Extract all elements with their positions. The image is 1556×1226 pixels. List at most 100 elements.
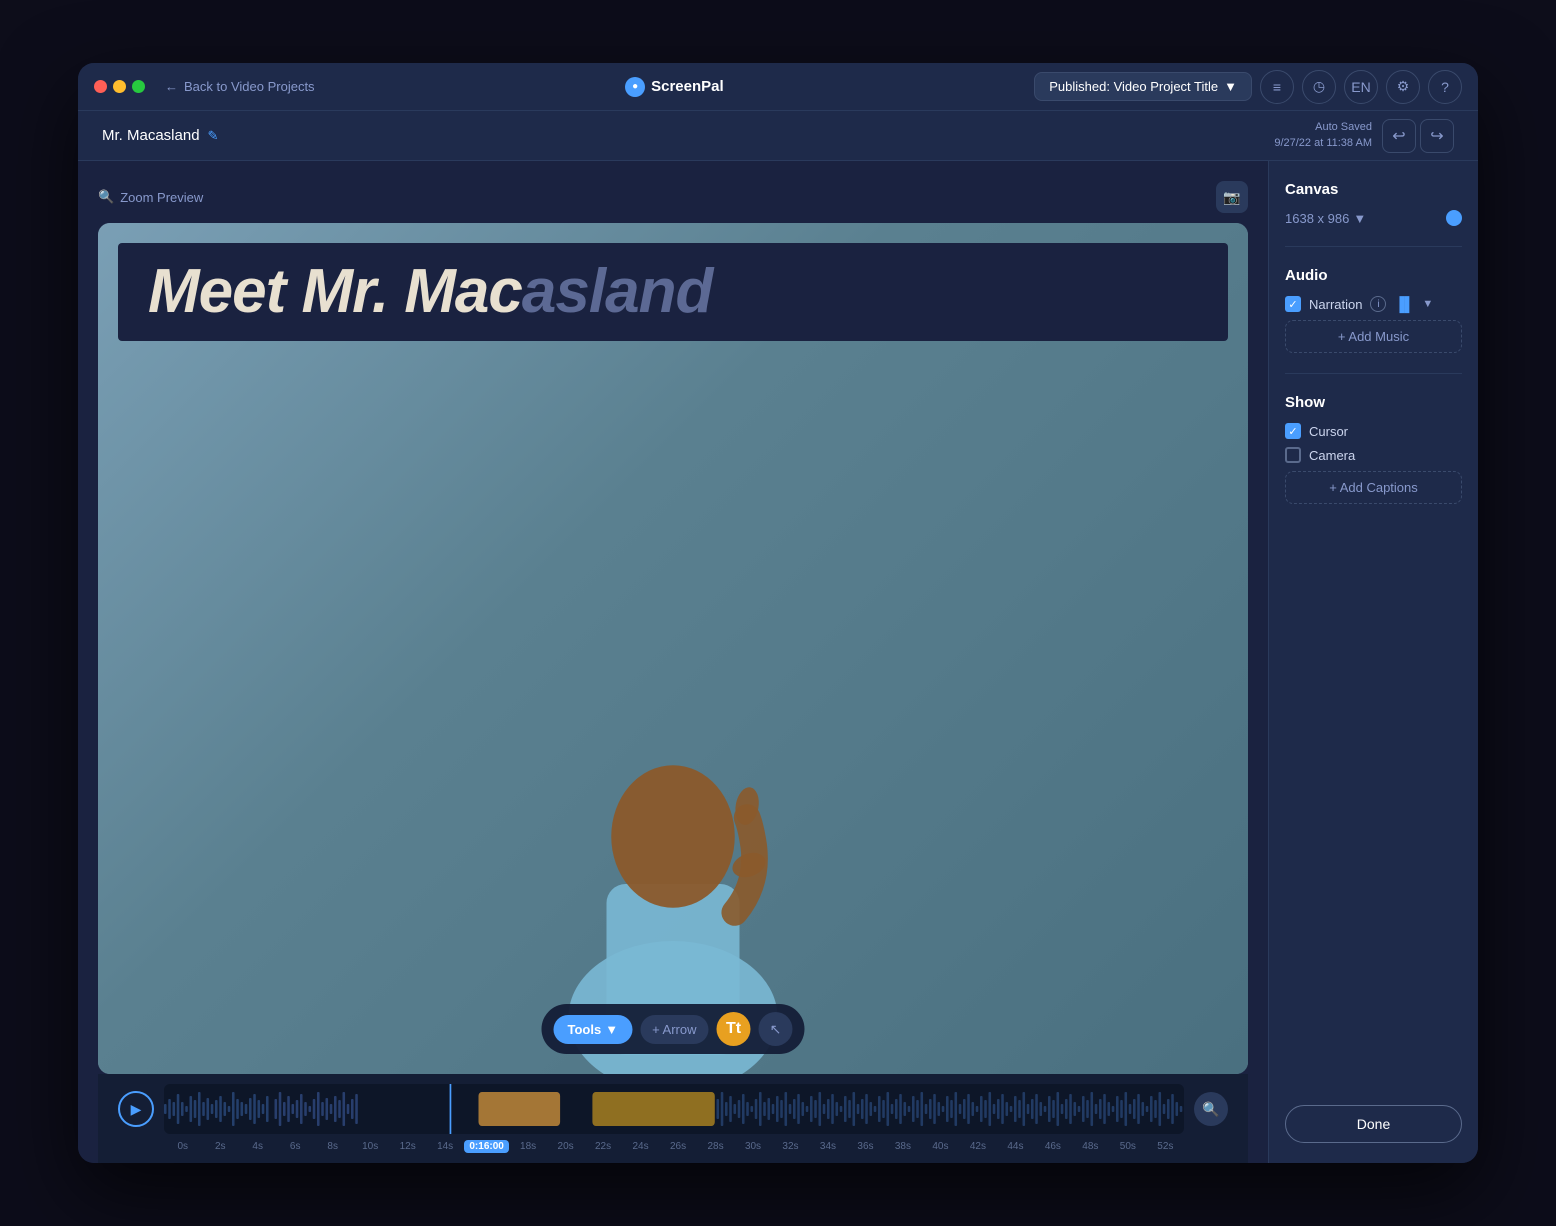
time-mark-30: 30s [734,1141,771,1152]
cursor-tool-icon: ↖ [770,1021,782,1038]
divider-2 [1285,373,1462,374]
zoom-bar: 🔍 Zoom Preview 📷 [98,181,1248,213]
narration-info-icon[interactable]: i [1370,296,1386,312]
toolbar: Mr. Macasland ✎ Auto Saved 9/27/22 at 11… [78,111,1478,161]
chevron-down-icon: ▼ [1224,79,1237,94]
time-mark-50: 50s [1109,1141,1146,1152]
narration-label: Narration [1309,297,1362,312]
time-mark-22: 22s [584,1141,621,1152]
time-mark-48: 48s [1072,1141,1109,1152]
autosave-line1: Auto Saved [1274,120,1372,135]
logo-icon: ● [625,77,645,97]
screenpal-logo: ● ScreenPal [625,77,724,97]
divider-1 [1285,246,1462,247]
main-content: 🔍 Zoom Preview 📷 Meet Mr. Macasland [78,161,1478,1163]
language-button[interactable]: EN [1344,70,1378,104]
tools-label: Tools [567,1022,601,1037]
cursor-tool-button[interactable]: ↖ [759,1012,793,1046]
time-mark-46: 46s [1034,1141,1071,1152]
add-captions-button[interactable]: + Add Captions [1285,471,1462,504]
time-mark-40: 40s [922,1141,959,1152]
traffic-lights [94,80,145,93]
add-music-button[interactable]: + Add Music [1285,320,1462,353]
time-mark-10: 10s [351,1141,388,1152]
done-label: Done [1357,1116,1390,1132]
time-mark-4: 4s [239,1141,276,1152]
camera-label: Camera [1309,448,1355,463]
time-mark-26: 26s [659,1141,696,1152]
project-title: Mr. Macasland ✎ [102,127,218,144]
time-mark-34: 34s [809,1141,846,1152]
language-label: EN [1351,79,1370,95]
video-preview: Meet Mr. Macasland [98,223,1248,1074]
timeline-track[interactable] [164,1084,1184,1134]
help-button[interactable]: ? [1428,70,1462,104]
camera-checkbox[interactable] [1285,447,1301,463]
narration-checkbox[interactable]: ✓ [1285,296,1301,312]
logo-text: ScreenPal [651,78,724,95]
cursor-row: ✓ Cursor [1285,423,1462,439]
back-button[interactable]: ← Back to Video Projects [165,79,315,94]
zoom-icon: 🔍 [98,189,114,205]
clock-icon: ◷ [1313,78,1325,95]
video-title-banner: Meet Mr. Macasland [118,243,1228,341]
title-center: ● ScreenPal [327,77,1023,97]
cursor-label: Cursor [1309,424,1348,439]
play-icon: ▶ [131,1101,142,1118]
canvas-section: Canvas 1638 x 986 ▼ [1285,181,1462,226]
gear-icon: ⚙ [1397,78,1410,95]
arrow-button[interactable]: + Arrow [640,1015,708,1044]
minimize-button[interactable] [113,80,126,93]
narration-bars-icon[interactable]: ▐▌ [1394,296,1414,312]
zoom-text: Zoom Preview [120,190,203,205]
tools-overlay: Tools ▼ + Arrow Tt ↖ [541,1004,804,1054]
settings-button[interactable]: ⚙ [1386,70,1420,104]
time-mark-12: 12s [389,1141,426,1152]
add-captions-label: + Add Captions [1329,480,1418,495]
add-music-label: + Add Music [1338,329,1409,344]
timeline-search-button[interactable]: 🔍 [1194,1092,1228,1126]
time-mark-2: 2s [201,1141,238,1152]
close-button[interactable] [94,80,107,93]
time-mark-36: 36s [847,1141,884,1152]
list-icon: ≡ [1273,79,1281,95]
publish-button[interactable]: Published: Video Project Title ▼ [1034,72,1252,101]
search-icon: 🔍 [1202,1101,1219,1118]
title-bar: ← Back to Video Projects ● ScreenPal Pub… [78,63,1478,111]
edit-icon[interactable]: ✎ [208,128,219,144]
time-mark-52: 52s [1147,1141,1184,1152]
list-icon-button[interactable]: ≡ [1260,70,1294,104]
play-button[interactable]: ▶ [118,1091,154,1127]
done-button[interactable]: Done [1285,1105,1462,1143]
time-mark-32: 32s [772,1141,809,1152]
time-mark-18: 18s [509,1141,546,1152]
undo-icon: ↩ [1392,126,1405,146]
right-panel: Canvas 1638 x 986 ▼ Audio ✓ Narration i [1268,161,1478,1163]
time-mark-24: 24s [622,1141,659,1152]
time-marks: 0s 2s 4s 6s 8s 10s 12s 14s 0:16:00 18s 2… [164,1140,1184,1153]
waveform-svg [164,1084,1184,1134]
title-right: Published: Video Project Title ▼ ≡ ◷ EN … [1034,70,1462,104]
screenshot-button[interactable]: 📷 [1216,181,1248,213]
timeline-area: ▶ [98,1074,1248,1163]
narration-dropdown-icon[interactable]: ▼ [1422,298,1433,310]
cursor-checkbox[interactable]: ✓ [1285,423,1301,439]
maximize-button[interactable] [132,80,145,93]
show-title: Show [1285,394,1462,411]
undo-button[interactable]: ↩ [1382,119,1416,153]
clock-icon-button[interactable]: ◷ [1302,70,1336,104]
project-title-text: Mr. Macasland [102,127,200,144]
redo-button[interactable]: ↪ [1420,119,1454,153]
camera-icon: 📷 [1223,189,1240,206]
time-mark-44: 44s [997,1141,1034,1152]
editor-area: 🔍 Zoom Preview 📷 Meet Mr. Macasland [78,161,1268,1163]
time-mark-28: 28s [697,1141,734,1152]
zoom-label: 🔍 Zoom Preview [98,189,203,205]
tools-button[interactable]: Tools ▼ [553,1015,632,1044]
canvas-color-dot[interactable] [1446,210,1462,226]
app-window: ← Back to Video Projects ● ScreenPal Pub… [78,63,1478,1163]
text-tool-button[interactable]: Tt [717,1012,751,1046]
canvas-size-chevron: ▼ [1353,211,1366,226]
help-icon: ? [1441,79,1449,95]
undo-redo-group: ↩ ↪ [1382,119,1454,153]
